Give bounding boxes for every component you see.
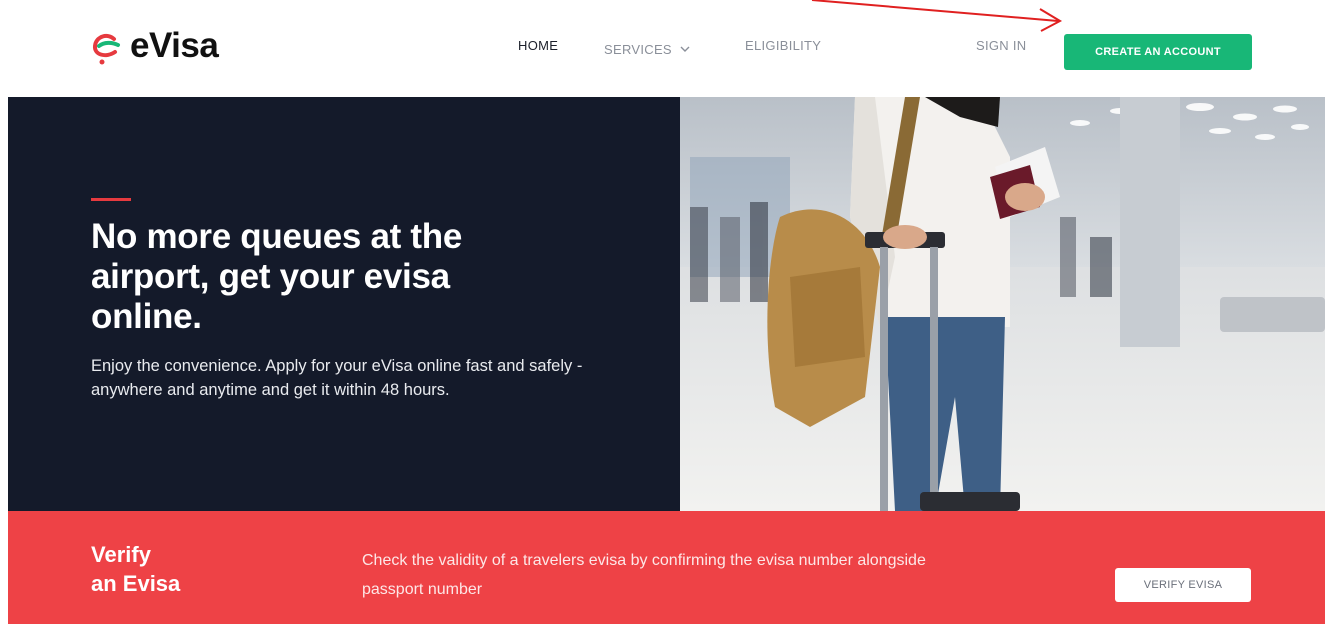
hero-subtitle: Enjoy the convenience. Apply for your eV… [91, 357, 583, 399]
brand-name: eVisa [130, 26, 219, 65]
verify-title-line1: Verify [91, 542, 151, 567]
brand-logo[interactable]: eVisa [88, 26, 219, 66]
nav-services[interactable]: SERVICES [604, 38, 690, 60]
verify-title-line2: an Evisa [91, 571, 181, 596]
hero-photo-traveler-at-airport [680, 97, 1325, 511]
nav-services-label: SERVICES [604, 41, 672, 57]
hero-accent-line [91, 198, 131, 201]
nav-home[interactable]: HOME [518, 38, 558, 60]
verify-evisa-section: Verify an Evisa Check the validity of a … [8, 511, 1325, 624]
site-header: eVisa HOME SERVICES ELIGIBILITY SIGN IN … [0, 0, 1325, 97]
verify-description: Check the validity of a travelers evisa … [362, 552, 926, 598]
sign-in-link[interactable]: SIGN IN [976, 38, 1027, 60]
hero-section: No more queues at the airport, get your … [8, 97, 1325, 511]
verify-title: Verify an Evisa [91, 540, 231, 598]
chevron-down-icon [680, 46, 690, 52]
evisa-logo-icon [88, 26, 128, 66]
verify-evisa-button[interactable]: VERIFY EVISA [1115, 568, 1251, 602]
create-account-button[interactable]: CREATE AN ACCOUNT [1064, 34, 1252, 70]
nav-eligibility[interactable]: ELIGIBILITY [745, 38, 821, 60]
hero-title: No more queues at the airport, get your … [91, 217, 462, 336]
